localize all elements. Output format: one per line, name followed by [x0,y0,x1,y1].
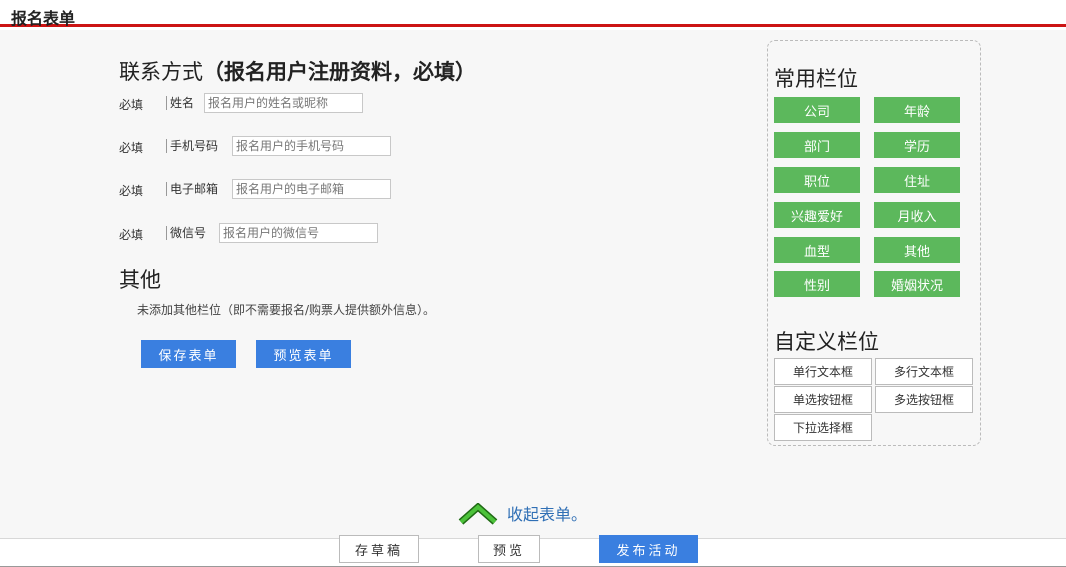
field-label-wechat: 微信号 [166,226,206,240]
preview-button[interactable]: 预览 [478,535,540,563]
add-field-other-button[interactable]: 其他 [874,237,960,263]
field-row-email: 必填 电子邮箱 [119,179,399,199]
wechat-input[interactable] [219,223,378,243]
add-field-blood-type-button[interactable]: 血型 [774,237,860,263]
field-row-phone: 必填 手机号码 [119,136,399,156]
add-radio-button-field-button[interactable]: 单选按钮框 [774,386,872,413]
field-label-phone: 手机号码 [166,139,218,153]
page-title: 报名表单 [11,9,76,28]
field-palette-panel: 常用栏位 公司 年龄 部门 学历 职位 住址 兴趣爱好 月收入 血型 其他 性别… [767,40,981,446]
collapse-form-label: 收起表单。 [507,505,588,524]
add-field-gender-button[interactable]: 性别 [774,271,860,297]
other-section-title: 其他 [119,268,161,292]
add-field-income-button[interactable]: 月收入 [874,202,960,228]
collapse-form-toggle[interactable]: 收起表单。 [458,499,608,527]
other-section-description: 未添加其他栏位（即不需要报名/购票人提供额外信息）。 [137,303,436,317]
add-field-department-button[interactable]: 部门 [774,132,860,158]
field-row-name: 必填 姓名 [119,93,379,113]
chevron-up-icon [458,503,498,525]
field-label-email: 电子邮箱 [166,182,218,196]
header-bar: 报名表单 [0,0,1066,28]
required-label: 必填 [119,184,144,198]
custom-fields-title: 自定义栏位 [774,330,879,354]
preview-form-button[interactable]: 预览表单 [256,340,351,368]
add-field-position-button[interactable]: 职位 [774,167,860,193]
add-field-address-button[interactable]: 住址 [874,167,960,193]
required-label: 必填 [119,141,144,155]
add-single-line-text-button[interactable]: 单行文本框 [774,358,872,385]
contact-section-title: 联系方式（报名用户注册资料，必填） [119,56,476,86]
save-form-button[interactable]: 保存表单 [141,340,236,368]
add-field-company-button[interactable]: 公司 [774,97,860,123]
required-label: 必填 [119,98,144,112]
publish-event-button[interactable]: 发布活动 [599,535,698,563]
name-input[interactable] [204,93,363,113]
required-label: 必填 [119,228,144,242]
add-field-hobbies-button[interactable]: 兴趣爱好 [774,202,860,228]
add-field-education-button[interactable]: 学历 [874,132,960,158]
contact-title-main: 联系方式 [119,60,203,84]
contact-title-sub: （报名用户注册资料，必填） [203,60,476,84]
add-field-age-button[interactable]: 年龄 [874,97,960,123]
add-dropdown-field-button[interactable]: 下拉选择框 [774,414,872,441]
phone-input[interactable] [232,136,391,156]
footer-action-bar: 存草稿 预览 发布活动 [0,535,1066,567]
add-checkbox-field-button[interactable]: 多选按钮框 [875,386,973,413]
common-fields-title: 常用栏位 [774,67,858,91]
field-label-name: 姓名 [166,96,194,110]
field-row-wechat: 必填 微信号 [119,223,389,243]
save-draft-button[interactable]: 存草稿 [339,535,419,563]
add-field-marital-status-button[interactable]: 婚姻状况 [874,271,960,297]
add-multi-line-text-button[interactable]: 多行文本框 [875,358,973,385]
email-input[interactable] [232,179,391,199]
